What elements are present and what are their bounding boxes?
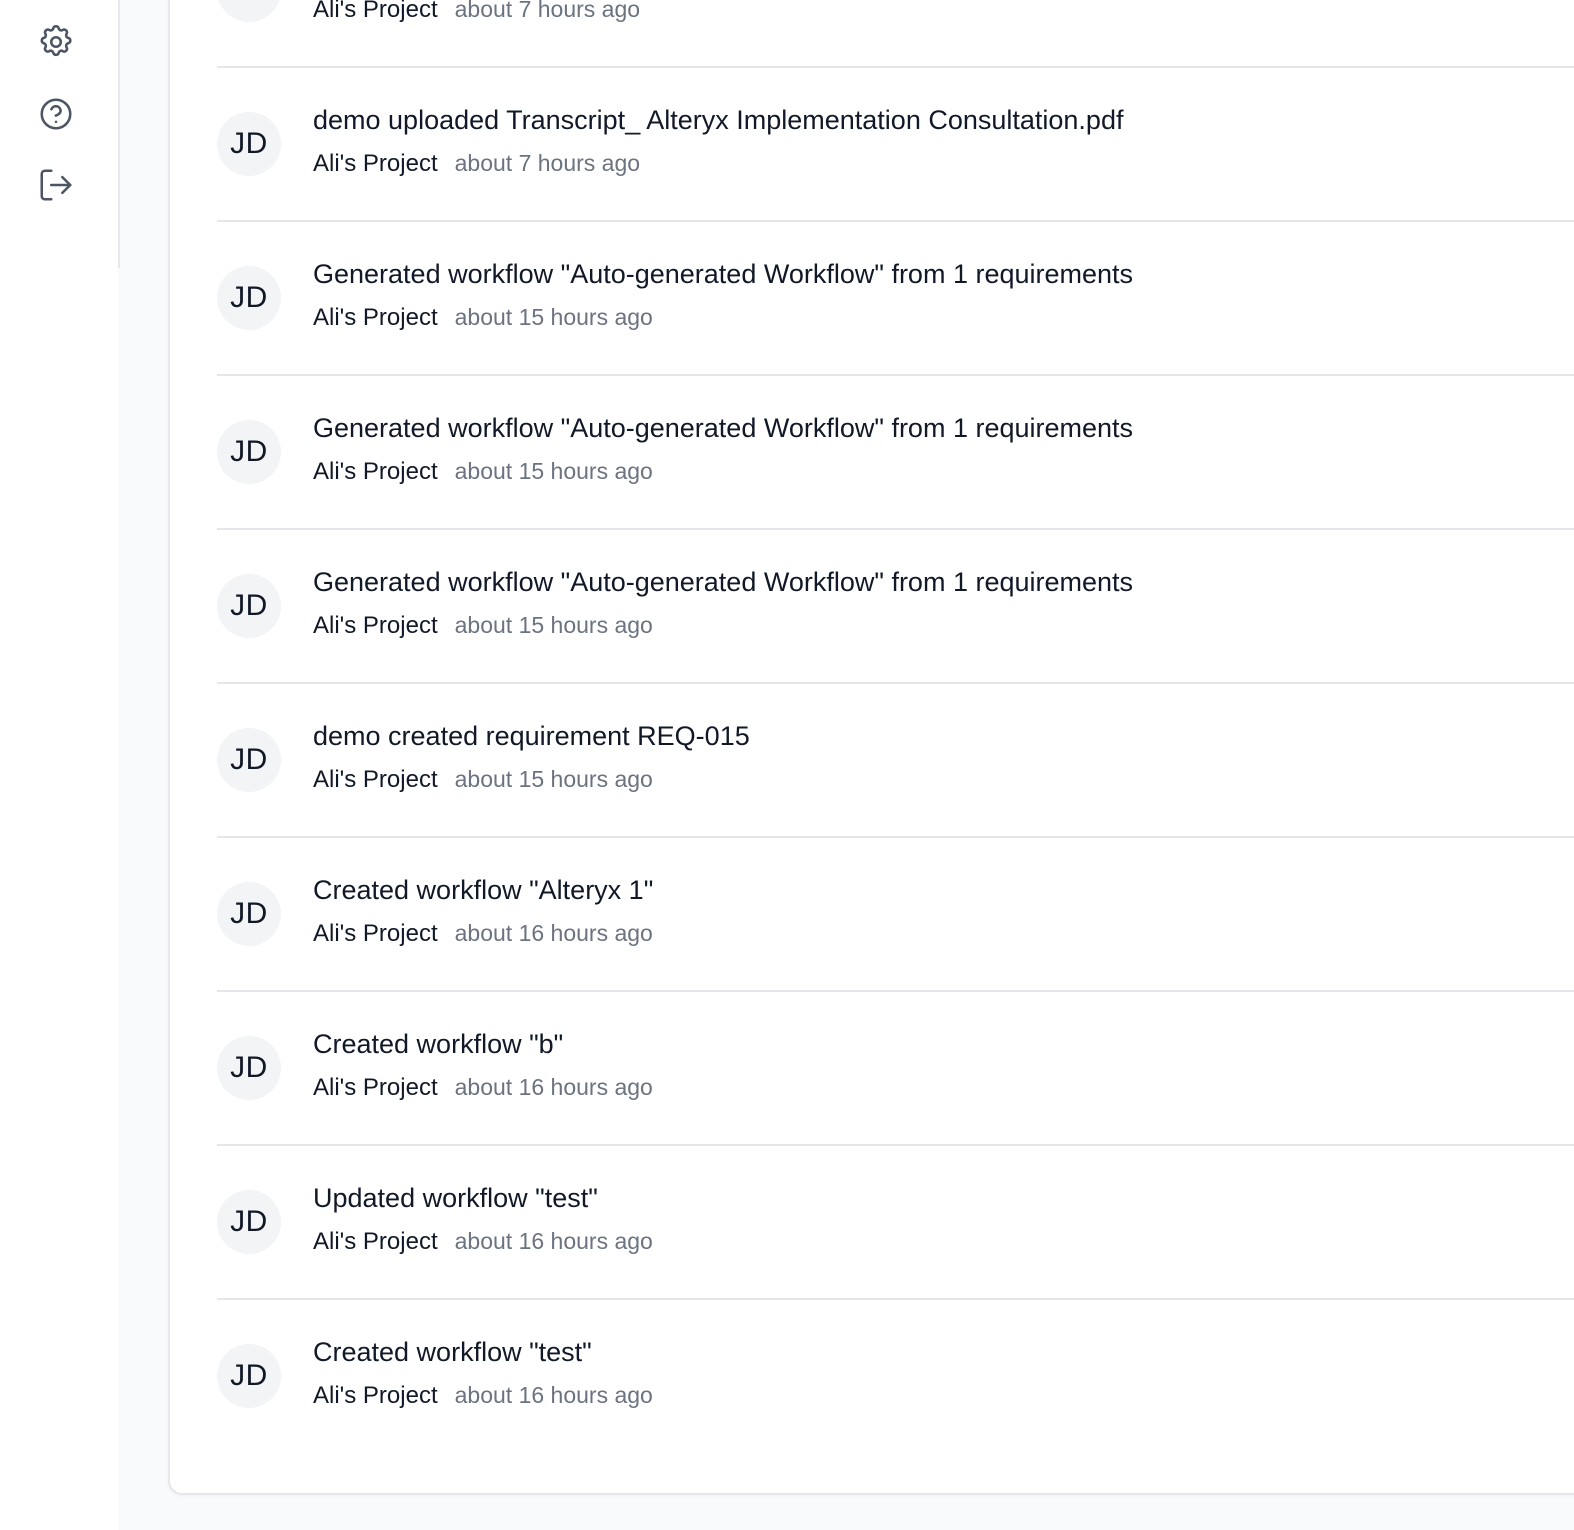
timestamp: about 16 hours ago [454,1074,653,1100]
activity-title: Created workflow "test" [313,1337,592,1367]
avatar: JD [217,266,281,330]
project-name: Ali's Project [313,1074,438,1101]
avatar: JD [217,1190,281,1254]
activity-meta: Ali's Project about 16 hours ago [313,920,653,948]
activity-title: Updated workflow "test" [313,1183,598,1213]
avatar: JD [217,574,281,638]
project-name: Ali's Project [313,766,438,793]
project-name: Ali's Project [313,458,438,485]
activity-meta: Ali's Project about 15 hours ago [313,766,653,794]
timestamp: about 7 hours ago [454,150,641,176]
avatar: JD [217,112,281,176]
activity-meta: Ali's Project about 15 hours ago [313,612,653,640]
timestamp: about 16 hours ago [454,1228,653,1254]
avatar: JD [217,1036,281,1100]
activity-title: demo created requirement REQ-015 [313,721,750,751]
activity-meta: Ali's Project about 16 hours ago [313,1074,653,1102]
activity-meta: Ali's Project about 16 hours ago [313,1228,653,1256]
help-circle-icon [40,98,72,130]
activity-meta: Ali's Project about 7 hours ago [313,0,640,24]
activity-item[interactable]: JD Created workflow "Alteryx 1" Ali's Pr… [217,838,1574,992]
project-name: Ali's Project [313,612,438,639]
timestamp: about 15 hours ago [454,304,653,330]
activity-title: Created workflow "b" [313,1029,564,1059]
activity-item[interactable]: JD Created workflow "b" Ali's Project ab… [217,992,1574,1146]
help-button[interactable] [36,94,76,134]
activity-meta: Ali's Project about 7 hours ago [313,150,640,178]
activity-title: Created workflow "Alteryx 1" [313,875,654,905]
timestamp: about 15 hours ago [454,612,653,638]
project-name: Ali's Project [313,150,438,177]
activity-title: Generated workflow "Auto-generated Workf… [313,567,1134,597]
activity-meta: Ali's Project about 15 hours ago [313,458,653,486]
activity-meta: Ali's Project about 15 hours ago [313,304,653,332]
activity-item[interactable]: JD Ali's Project about 7 hours ago [217,0,1574,68]
avatar: JD [217,882,281,946]
activity-item[interactable]: JD Generated workflow "Auto-generated Wo… [217,222,1574,376]
avatar: JD [217,420,281,484]
sidebar [0,0,118,1530]
gear-icon [40,24,72,57]
avatar: JD [217,0,281,22]
avatar: JD [217,1344,281,1408]
activity-item[interactable]: JD demo uploaded Transcript_ Alteryx Imp… [217,68,1574,222]
activity-item[interactable]: JD demo created requirement REQ-015 Ali'… [217,684,1574,838]
logout-icon [40,169,72,201]
activity-list: JD Ali's Project about 7 hours ago JD de… [217,0,1574,1452]
activity-item[interactable]: JD Updated workflow "test" Ali's Project… [217,1146,1574,1300]
timestamp: about 15 hours ago [454,458,653,484]
activity-title: Generated workflow "Auto-generated Workf… [313,413,1134,443]
activity-item[interactable]: JD Generated workflow "Auto-generated Wo… [217,376,1574,530]
activity-item[interactable]: JD Created workflow "test" Ali's Project… [217,1300,1574,1452]
activity-title: Generated workflow "Auto-generated Workf… [313,259,1134,289]
settings-button[interactable] [36,22,76,62]
activity-meta: Ali's Project about 16 hours ago [313,1382,653,1410]
project-name: Ali's Project [313,0,438,23]
avatar: JD [217,728,281,792]
timestamp: about 7 hours ago [454,0,641,22]
project-name: Ali's Project [313,1382,438,1409]
project-name: Ali's Project [313,920,438,947]
logout-button[interactable] [36,165,76,205]
project-name: Ali's Project [313,304,438,331]
timestamp: about 15 hours ago [454,766,653,792]
project-name: Ali's Project [313,1228,438,1255]
activity-item[interactable]: JD Generated workflow "Auto-generated Wo… [217,530,1574,684]
timestamp: about 16 hours ago [454,1382,653,1408]
timestamp: about 16 hours ago [454,920,653,946]
activity-title: demo uploaded Transcript_ Alteryx Implem… [313,105,1124,135]
